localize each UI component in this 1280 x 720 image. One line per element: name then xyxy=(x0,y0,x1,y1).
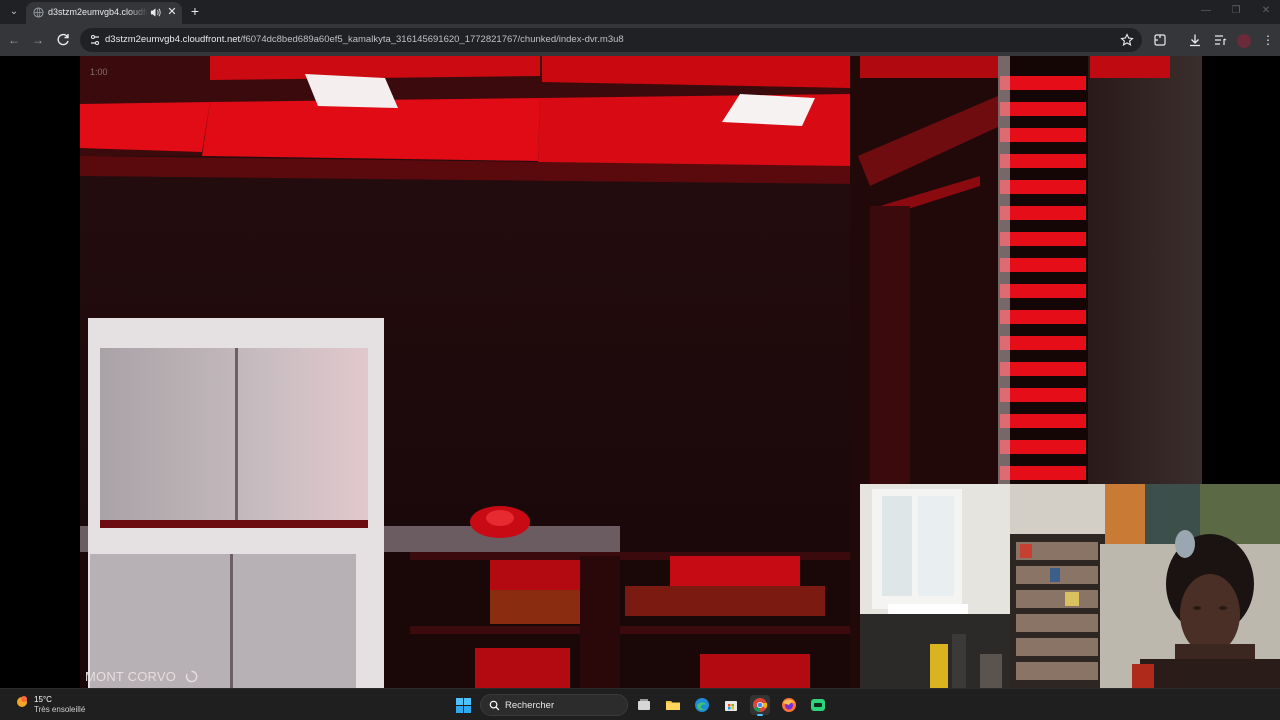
sun-icon[interactable] xyxy=(14,694,30,710)
weather-temperature[interactable]: 15°C xyxy=(34,695,52,704)
globe-icon xyxy=(33,7,44,18)
windows-start-icon[interactable] xyxy=(455,697,472,714)
loading-spinner-icon xyxy=(185,670,198,683)
weather-description[interactable]: Très ensoleillé xyxy=(34,705,85,714)
new-tab-button[interactable]: + xyxy=(188,4,202,18)
minimize-icon[interactable]: — xyxy=(1199,5,1213,17)
location-label: MONT CORVO xyxy=(85,669,177,684)
forward-icon[interactable]: → xyxy=(30,32,46,48)
taskbar-search[interactable]: Rechercher xyxy=(480,694,628,716)
search-icon xyxy=(489,700,500,711)
restore-icon[interactable]: ❐ xyxy=(1229,5,1243,17)
chat-app-icon[interactable] xyxy=(808,695,828,715)
window-close-icon[interactable]: ✕ xyxy=(1259,5,1273,17)
reload-icon[interactable] xyxy=(55,32,71,48)
browser-toolbar: ← → d3stzm2eumvgb4.cloudfront.net/f6074d… xyxy=(0,24,1280,56)
url-path: /f6074dc8bed689a60ef5_kamalkyta_31614569… xyxy=(240,34,624,45)
chrome-icon[interactable] xyxy=(750,695,770,716)
windows-taskbar: 15°C Très ensoleillé Rechercher xyxy=(0,688,1280,720)
media-control-icon[interactable] xyxy=(1213,33,1227,47)
tab-title: d3stzm2eumvgb4.cloudfront.net/f6074dc8be… xyxy=(48,7,148,17)
tab-close-icon[interactable]: ✕ xyxy=(166,6,178,18)
speaker-icon[interactable] xyxy=(150,7,161,18)
profile-avatar[interactable] xyxy=(1237,34,1251,48)
back-icon[interactable]: ← xyxy=(6,32,22,48)
download-icon[interactable] xyxy=(1188,33,1202,47)
video-viewport[interactable]: 1:00 MONT CORVO xyxy=(0,56,1280,688)
address-bar[interactable]: d3stzm2eumvgb4.cloudfront.net/f6074dc8be… xyxy=(80,28,1142,52)
menu-icon[interactable]: ⋮ xyxy=(1262,32,1274,48)
task-view-icon[interactable] xyxy=(634,695,654,715)
extensions-icon[interactable] xyxy=(1153,33,1167,47)
browser-tab[interactable]: d3stzm2eumvgb4.cloudfront.net/f6074dc8be… xyxy=(26,2,182,24)
firefox-icon[interactable] xyxy=(779,695,799,715)
star-icon[interactable] xyxy=(1120,33,1134,47)
url-host: d3stzm2eumvgb4.cloudfront.net xyxy=(105,34,241,45)
tab-search-icon[interactable]: ⌄ xyxy=(6,4,22,20)
stream-timer: 1:00 xyxy=(90,67,108,77)
webcam-overlay xyxy=(860,484,1280,688)
search-placeholder: Rechercher xyxy=(505,700,555,711)
store-icon[interactable] xyxy=(721,695,741,715)
file-explorer-icon[interactable] xyxy=(663,695,683,715)
edge-icon[interactable] xyxy=(692,695,712,715)
webcam-scene xyxy=(860,484,1280,688)
url-text: d3stzm2eumvgb4.cloudfront.net/f6074dc8be… xyxy=(105,34,624,47)
site-info-icon[interactable] xyxy=(89,34,101,46)
browser-tab-strip: ⌄ d3stzm2eumvgb4.cloudfront.net/f6074dc8… xyxy=(0,0,1280,24)
